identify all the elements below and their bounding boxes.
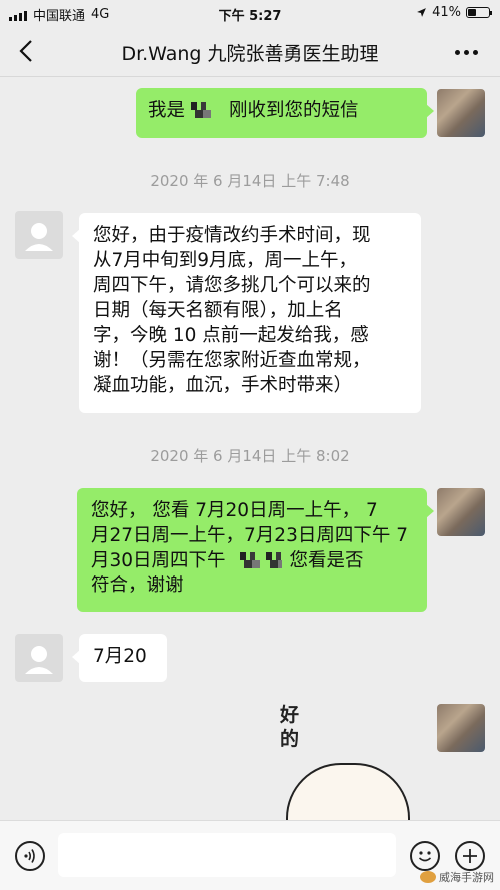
more-dots-icon[interactable] (455, 50, 478, 55)
message-bubble-sent[interactable]: 我是 刚收到您的短信 (136, 88, 434, 138)
message-bubble-sent[interactable]: 您好， 您看 7月20日周一上午， 7 月27日周一上午，7月23日周四下午 7… (77, 488, 434, 612)
message-bubble-received[interactable]: 您好，由于疫情改约手术时间，现 从7月中旬到9月底，周一上午， 周四下午，请您多… (72, 213, 421, 413)
contact-avatar[interactable] (15, 211, 63, 259)
message-text: 您看是否 (289, 550, 364, 571)
input-bar: 威海手游网 (0, 820, 500, 890)
message-line: 从7月中旬到9月底，周一上午， (93, 250, 358, 271)
my-avatar[interactable] (437, 488, 485, 536)
message-timestamp: 2020 年 6 月14日 上午 7:48 (150, 172, 350, 190)
location-icon (417, 8, 426, 17)
message-text: 我是 (148, 100, 186, 121)
message-line: 周四下午，请您多挑几个可以来的 (93, 275, 371, 296)
message-bubble-received[interactable]: 7月20 (72, 634, 167, 682)
message-line: 月30日周四下午 (91, 550, 226, 571)
message-input[interactable] (58, 833, 396, 877)
message-line: 您好， 您看 7月20日周一上午， 7 (91, 500, 378, 521)
chat-title: Dr.Wang 九院张善勇医生助理 (121, 43, 379, 65)
message-line: 谢！（另需在您家附近查血常规， (93, 350, 371, 371)
message-line: 字，今晚 10 点前一起发给我，感 (93, 325, 369, 346)
chat-header: Dr.Wang 九院张善勇医生助理 (0, 26, 500, 77)
watermark-text: 威海手游网 (439, 871, 494, 884)
voice-icon[interactable] (15, 841, 45, 871)
battery-fill (468, 9, 476, 16)
watermark-logo (420, 871, 436, 883)
smile-face-icon (418, 851, 432, 862)
my-avatar[interactable] (437, 89, 485, 137)
sticker-text: 的 (280, 728, 300, 750)
pixelated-name (191, 102, 212, 118)
battery-percent: 41% (432, 5, 461, 20)
message-line: 符合，谢谢 (91, 575, 184, 596)
message-line: 日期（每天名额有限），加上名 (93, 300, 343, 321)
message-line: 凝血功能，血沉，手术时带来） (93, 375, 353, 396)
message-text: 7月20 (93, 646, 147, 667)
watermark: 威海手游网 (420, 869, 494, 885)
pixelated-name (239, 552, 260, 568)
voice-wave-icon (24, 849, 35, 863)
contact-avatar[interactable] (15, 634, 63, 682)
plus-icon (463, 849, 477, 863)
message-line: 月27日周一上午，7月23日周四下午 7 (91, 525, 409, 546)
sticker-message[interactable]: 好 的 (280, 703, 299, 751)
sticker-text: 好 (280, 704, 300, 726)
add-icon[interactable] (455, 841, 485, 871)
message-line: 您好，由于疫情改约手术时间，现 (93, 225, 371, 246)
person-icon (25, 646, 53, 674)
pixelated-name (265, 552, 282, 568)
my-avatar[interactable] (437, 704, 485, 752)
emoji-icon[interactable] (410, 841, 440, 871)
message-text: 刚收到您的短信 (229, 100, 359, 121)
battery-icon (466, 7, 492, 18)
message-timestamp: 2020 年 6 月14日 上午 8:02 (150, 447, 350, 465)
person-icon (25, 223, 53, 251)
chevron-left-icon[interactable] (14, 38, 40, 64)
status-bar: 中国联通 4G 下午 5:27 41% (0, 0, 500, 26)
